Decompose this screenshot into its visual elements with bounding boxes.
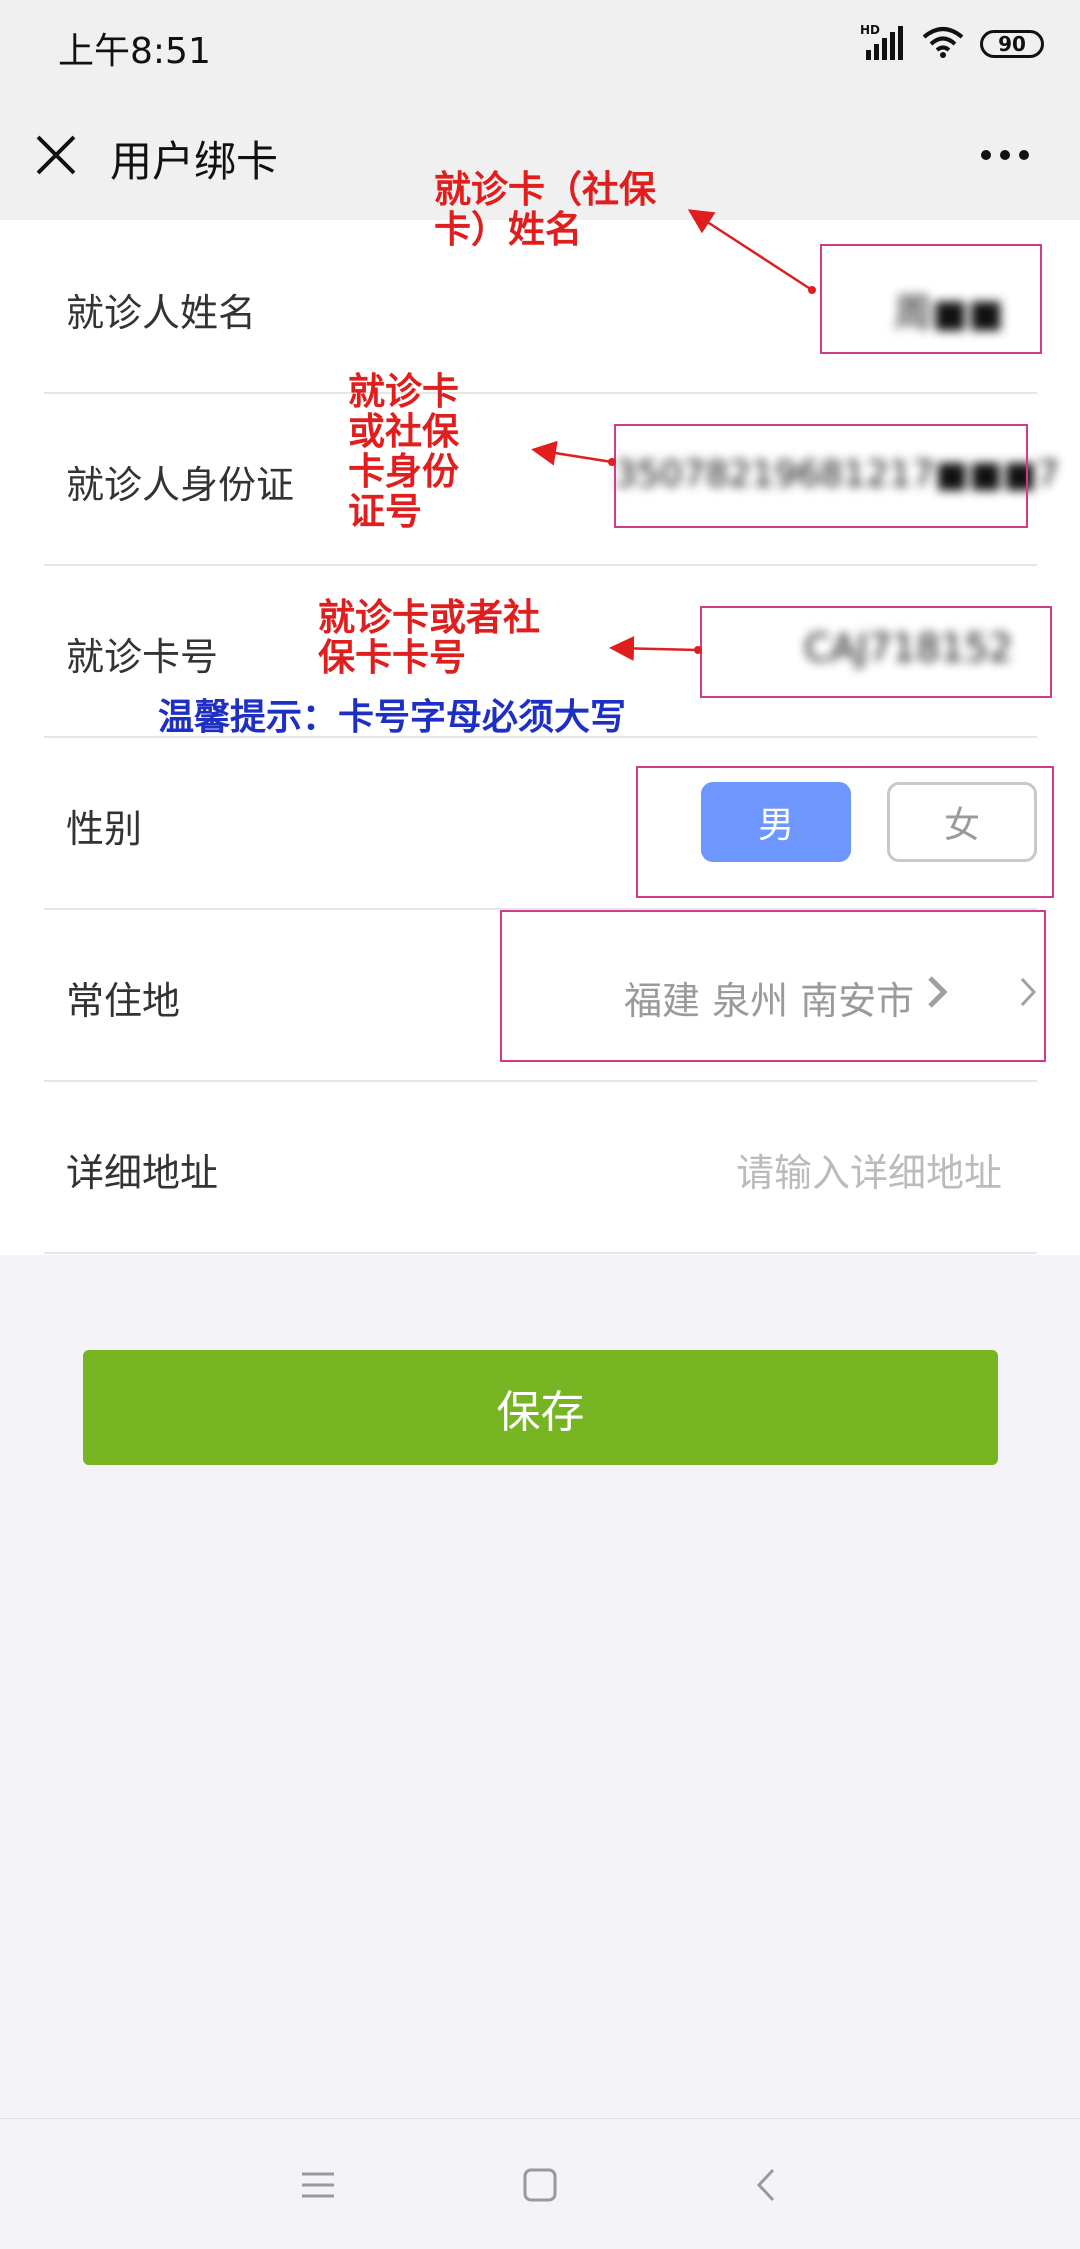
residence-label: 常住地 (66, 979, 181, 1023)
network-label: HD (860, 23, 880, 37)
annotation-box-gender (636, 766, 1054, 898)
annotation-card-note: 就诊卡或者社 保卡卡号 (318, 596, 540, 679)
address-row: 详细地址 请输入详细地址 (44, 1080, 1037, 1254)
more-button[interactable] (970, 130, 1040, 180)
signal-icon: HD (860, 22, 906, 66)
back-chevron-icon (756, 2168, 775, 2202)
menu-button[interactable] (288, 2155, 348, 2215)
address-input[interactable]: 请输入详细地址 (736, 1142, 1002, 1197)
status-time: 上午8:51 (58, 31, 211, 72)
back-button[interactable] (736, 2155, 796, 2215)
battery-indicator: 90 (980, 30, 1044, 58)
more-icon (981, 150, 1029, 160)
annotation-box-name (820, 244, 1042, 354)
annotation-box-card (700, 606, 1052, 698)
annotation-box-id (614, 424, 1028, 528)
system-nav-bar (0, 2118, 1080, 2249)
uppercase-tip: 温馨提示：卡号字母必须大写 (158, 697, 627, 738)
wifi-icon (922, 25, 964, 63)
close-icon (36, 135, 76, 175)
address-label: 详细地址 (66, 1151, 219, 1195)
annotation-name-note: 就诊卡（社保 卡）姓名 (434, 168, 656, 251)
home-square-icon (523, 2168, 557, 2202)
card-no-label: 就诊卡号 (66, 635, 219, 679)
home-button[interactable] (510, 2155, 570, 2215)
id-card-label: 就诊人身份证 (66, 463, 295, 507)
gender-label: 性别 (66, 807, 143, 851)
close-button[interactable] (26, 125, 86, 185)
name-label: 就诊人姓名 (66, 291, 257, 335)
annotation-box-residence (500, 910, 1046, 1062)
menu-icon (302, 2172, 334, 2198)
status-icons: HD 90 (860, 22, 1044, 66)
page-title: 用户绑卡 (110, 137, 279, 186)
annotation-id-note: 就诊卡 或社保 卡身份 证号 (348, 370, 459, 533)
status-bar: 上午8:51 HD 90 (0, 0, 1080, 90)
save-button[interactable]: 保存 (83, 1350, 998, 1465)
